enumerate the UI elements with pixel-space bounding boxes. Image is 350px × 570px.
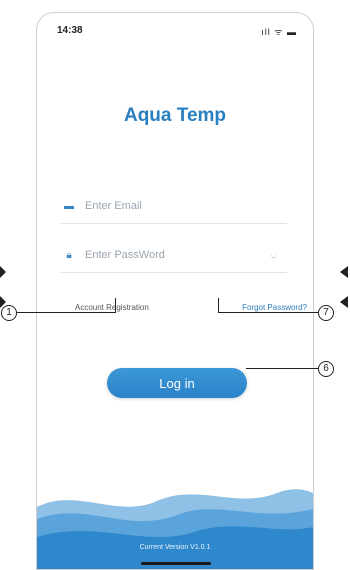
account-registration-link[interactable]: Account Registration — [75, 303, 149, 312]
password-placeholder: Enter PassWord — [85, 249, 165, 261]
right-edge-arrow-bottom — [340, 296, 348, 308]
eye-icon[interactable]: ◡ — [271, 251, 287, 259]
version-label: Current Version V1.0.1 — [139, 544, 211, 551]
left-edge-arrow-top — [0, 266, 6, 278]
password-field[interactable]: 🔒︎ Enter PassWord ◡ — [61, 238, 287, 273]
callout-1-line-vertical — [115, 298, 116, 313]
callout-6-line — [246, 368, 318, 369]
email-placeholder: Enter Email — [85, 200, 142, 212]
phone-screen: 14:38 ıll ᯤ ▬ Aqua Temp ▬ Enter Email 🔒︎… — [36, 12, 314, 570]
envelope-icon: ▬ — [64, 200, 74, 212]
home-indicator — [141, 562, 211, 565]
lock-icon: 🔒︎ — [66, 249, 72, 261]
status-time: 14:38 — [57, 25, 83, 36]
callout-7-line-vertical — [218, 298, 219, 313]
callout-6: 6 — [318, 361, 334, 377]
email-field[interactable]: ▬ Enter Email — [61, 189, 287, 224]
callout-7-line — [218, 312, 318, 313]
callout-1-line — [17, 312, 116, 313]
forgot-password-link[interactable]: Forgot Password? — [242, 303, 307, 312]
status-icons: ıll ᯤ ▬ — [261, 27, 297, 37]
callout-1: 1 — [1, 305, 17, 321]
login-button[interactable]: Log in — [107, 368, 247, 398]
right-edge-arrow-top — [340, 266, 348, 278]
callout-7: 7 — [318, 305, 334, 321]
status-bar: 14:38 ıll ᯤ ▬ — [37, 13, 313, 45]
wave-decoration — [37, 489, 313, 569]
link-row: Account Registration Forgot Password? — [37, 303, 313, 312]
app-title: Aqua Temp — [123, 105, 227, 126]
